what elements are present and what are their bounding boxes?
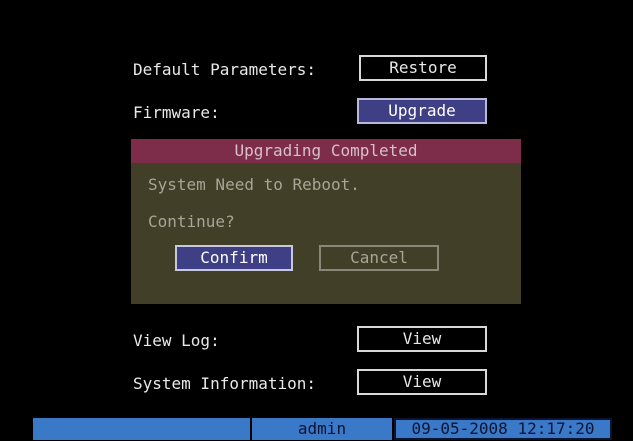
firmware-label: Firmware: xyxy=(133,103,220,122)
status-segment-empty-1 xyxy=(33,418,250,440)
confirm-button[interactable]: Confirm xyxy=(175,245,293,271)
upgrade-button[interactable]: Upgrade xyxy=(357,98,487,124)
status-user: admin xyxy=(252,418,392,440)
upgrade-completed-dialog: Upgrading Completed System Need to Reboo… xyxy=(131,139,521,304)
restore-button[interactable]: Restore xyxy=(359,55,487,81)
dialog-body: System Need to Reboot. Continue? Confirm… xyxy=(131,163,521,304)
system-information-button[interactable]: View xyxy=(357,369,487,395)
default-parameters-label: Default Parameters: xyxy=(133,60,317,79)
status-datetime: 09-05-2008 12:17:20 xyxy=(394,418,612,440)
dialog-question: Continue? xyxy=(148,212,235,231)
dialog-message: System Need to Reboot. xyxy=(148,175,360,194)
view-log-button[interactable]: View xyxy=(357,326,487,352)
view-log-label: View Log: xyxy=(133,331,220,350)
cancel-button[interactable]: Cancel xyxy=(319,245,439,271)
system-information-label: System Information: xyxy=(133,374,317,393)
status-bar: admin 09-05-2008 12:17:20 xyxy=(33,418,612,440)
dialog-title: Upgrading Completed xyxy=(131,139,521,163)
